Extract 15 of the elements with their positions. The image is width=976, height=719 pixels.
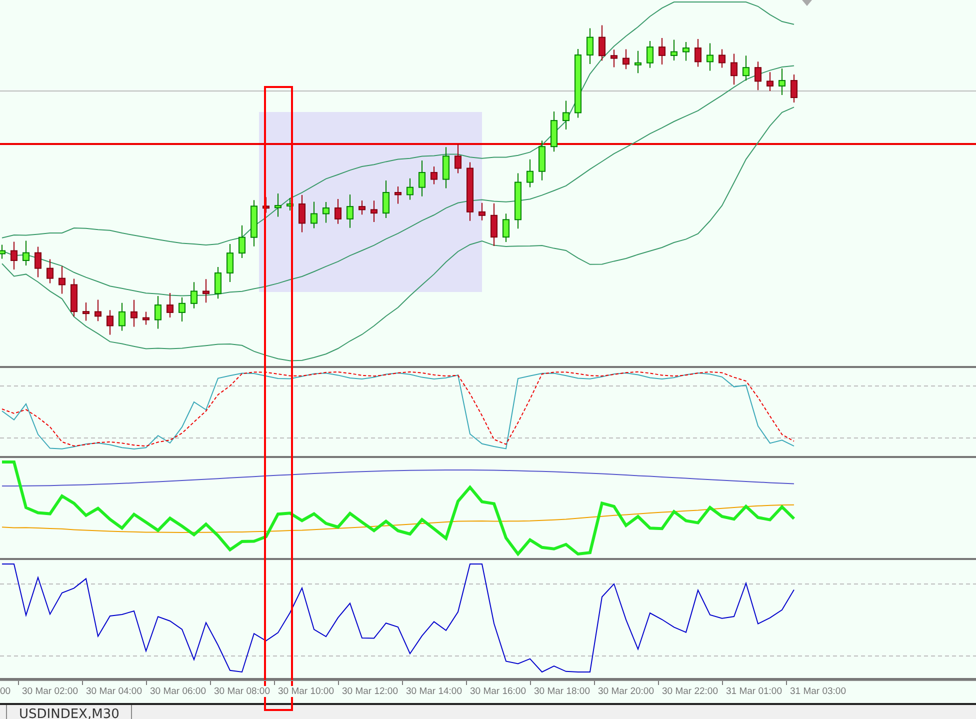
time-label: 30 Mar 02:00 (22, 686, 78, 697)
time-label: 30 Mar 22:00 (662, 686, 718, 697)
time-label: 00 (0, 686, 11, 697)
time-label: 30 Mar 18:00 (534, 686, 590, 697)
time-label: 30 Mar 20:00 (598, 686, 654, 697)
time-label: 30 Mar 04:00 (86, 686, 142, 697)
time-label: 30 Mar 10:00 (278, 686, 334, 697)
time-label: 31 Mar 01:00 (726, 686, 782, 697)
time-label: 30 Mar 14:00 (406, 686, 462, 697)
time-label: 30 Mar 16:00 (470, 686, 526, 697)
time-label: 30 Mar 06:00 (150, 686, 206, 697)
time-label: 30 Mar 12:00 (342, 686, 398, 697)
triangle-icon (802, 0, 812, 6)
time-label: 30 Mar 08:00 (214, 686, 270, 697)
time-label: 31 Mar 03:00 (790, 686, 846, 697)
